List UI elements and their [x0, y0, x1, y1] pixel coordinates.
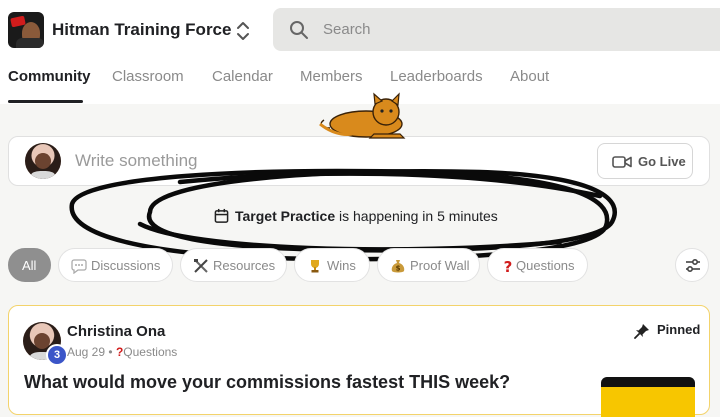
post-author[interactable]: Christina Ona — [67, 323, 165, 340]
post-category[interactable]: Questions — [123, 345, 177, 359]
tools-icon — [194, 259, 208, 273]
event-banner[interactable]: Target Practice is happening in 5 minute… — [214, 208, 498, 224]
sliders-icon — [686, 258, 700, 273]
tab-community[interactable]: Community — [8, 68, 91, 85]
pinned-post-card[interactable]: 3 Christina Ona Aug 29 • ?Questions Pinn… — [8, 305, 710, 417]
event-time-text: is happening in 5 minutes — [335, 208, 498, 224]
filter-chip-resources[interactable]: Resources — [180, 248, 287, 282]
meta-separator: • — [108, 345, 113, 359]
nav-tabs: Community Classroom Calendar Members Lea… — [0, 64, 720, 104]
tab-classroom[interactable]: Classroom — [112, 68, 184, 85]
go-live-label: Go Live — [638, 154, 686, 169]
group-logo[interactable] — [8, 12, 44, 48]
filter-chip-label: Discussions — [91, 258, 161, 273]
filter-chip-proof-wall[interactable]: $ Proof Wall — [377, 248, 480, 282]
tab-about[interactable]: About — [510, 68, 549, 85]
post-meta: Aug 29 • ?Questions — [67, 345, 177, 359]
filter-chip-label: Wins — [327, 258, 356, 273]
pin-icon — [634, 324, 649, 339]
trophy-icon — [311, 260, 319, 273]
write-something-input[interactable]: Write something — [75, 151, 198, 171]
pinned-label: Pinned — [657, 322, 701, 337]
calendar-icon — [214, 208, 229, 223]
filter-chip-wins[interactable]: Wins — [294, 248, 370, 282]
svg-text:?: ? — [504, 258, 513, 274]
search-bar[interactable]: Search — [273, 8, 720, 51]
app-header: Hitman Training Force Search Community C… — [0, 0, 720, 104]
post-title[interactable]: What would move your commissions fastest… — [24, 372, 510, 393]
filter-chip-label: Proof Wall — [410, 258, 470, 273]
group-name[interactable]: Hitman Training Force — [52, 20, 231, 40]
avatar — [25, 143, 61, 179]
tab-leaderboards[interactable]: Leaderboards — [390, 68, 483, 85]
event-name[interactable]: Target Practice — [235, 208, 335, 224]
money-bag-icon: $ — [391, 260, 405, 273]
post-thumbnail[interactable] — [601, 377, 695, 417]
filter-chip-discussions[interactable]: Discussions — [58, 248, 173, 282]
post-composer[interactable]: Write something Go Live — [8, 136, 710, 186]
svg-text:$: $ — [396, 265, 401, 273]
filter-chip-label: All — [22, 258, 37, 273]
speech-bubble-icon — [71, 259, 87, 274]
search-input[interactable]: Search — [323, 21, 371, 38]
pinned-badge: Pinned — [634, 322, 701, 339]
filter-chip-all[interactable]: All — [8, 248, 51, 282]
filter-settings-button[interactable] — [675, 248, 709, 282]
filter-chip-label: Resources — [213, 258, 276, 273]
tab-calendar[interactable]: Calendar — [212, 68, 273, 85]
level-badge: 3 — [46, 344, 68, 366]
go-live-button[interactable]: Go Live — [597, 143, 693, 179]
post-date: Aug 29 — [67, 345, 106, 359]
video-camera-icon — [612, 156, 632, 168]
chevron-up-down-icon[interactable] — [233, 19, 253, 43]
active-tab-indicator — [8, 100, 83, 103]
filter-chip-questions[interactable]: ? Questions — [487, 248, 588, 282]
filter-chip-label: Questions — [516, 258, 575, 273]
tab-members[interactable]: Members — [300, 68, 363, 85]
search-icon — [290, 21, 308, 39]
question-mark-icon: ? — [504, 258, 513, 274]
